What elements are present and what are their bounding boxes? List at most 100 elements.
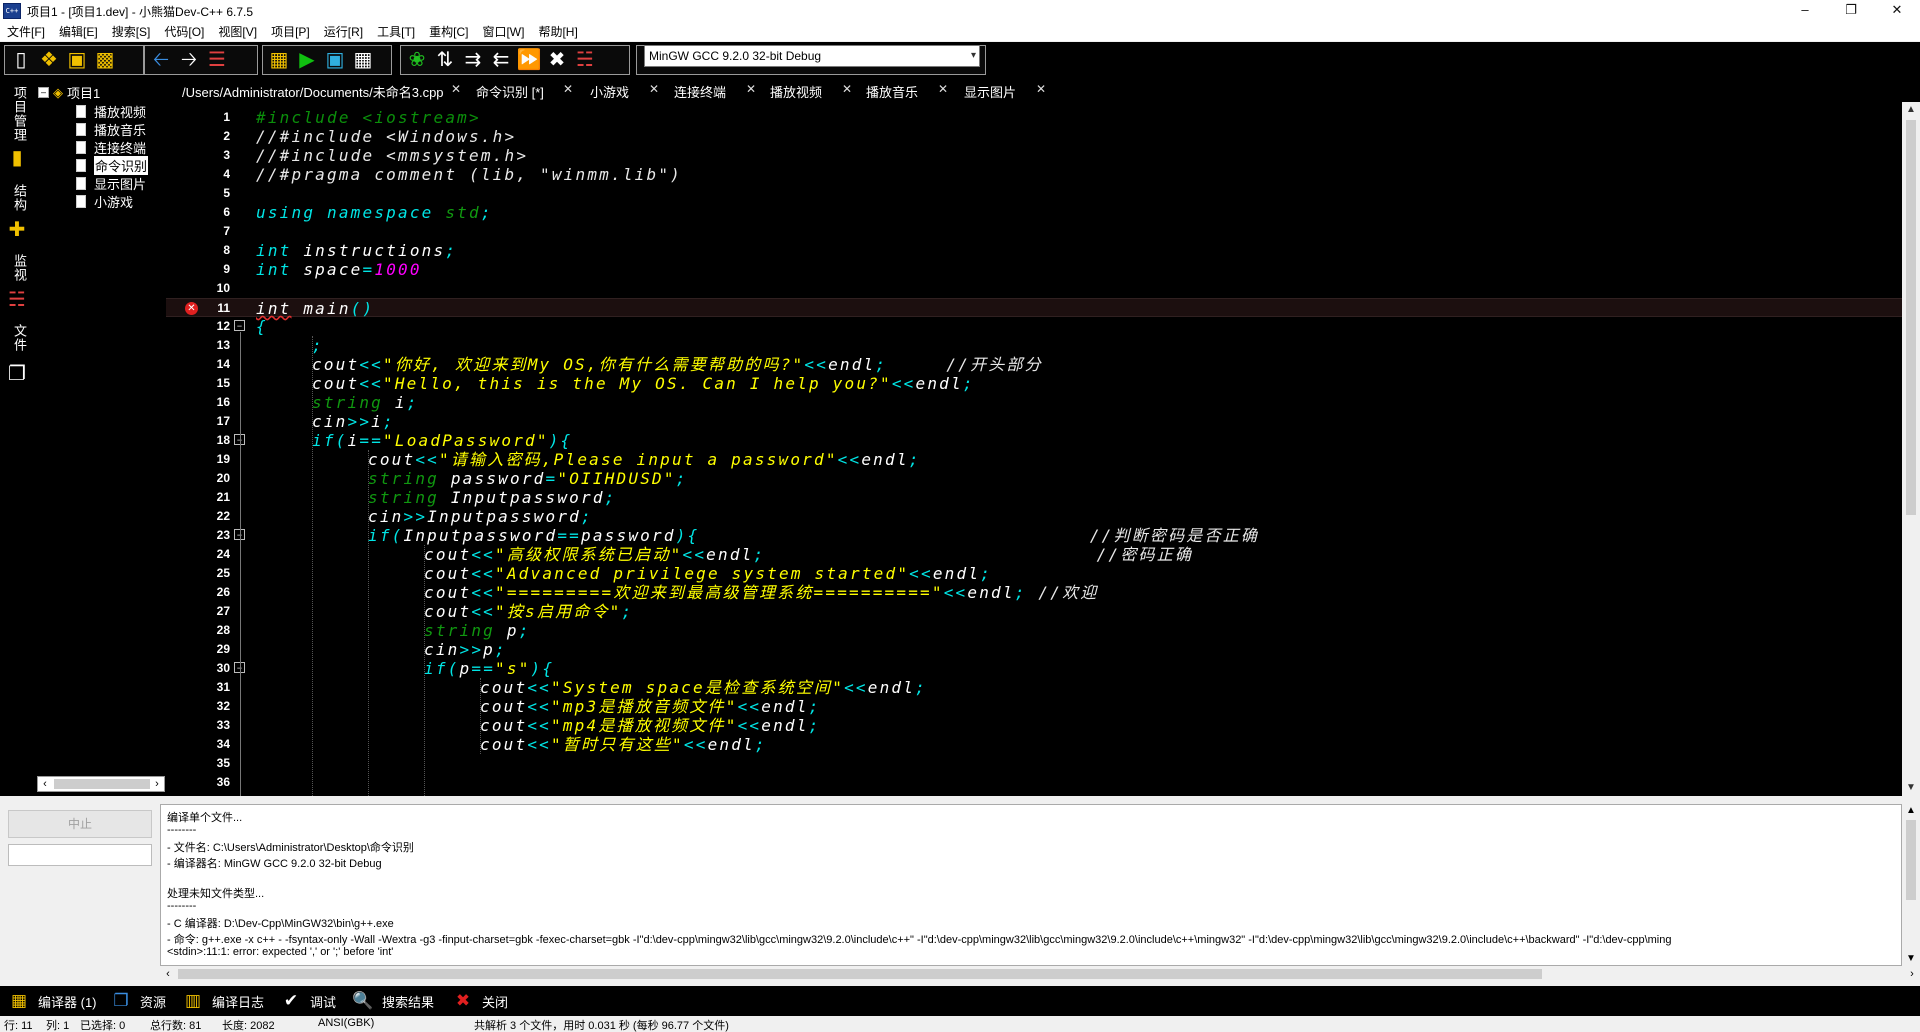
compile-run-icon[interactable]: ▣ (321, 47, 349, 73)
code-line[interactable]: 17 cin>>i; (166, 412, 1902, 431)
code-line[interactable]: 31 cout<<"System space是检查系统空间"<<endl; (166, 678, 1902, 697)
step-out-icon[interactable]: ⇇ (487, 47, 515, 73)
code-line[interactable]: 23–if(Inputpassword==password){ //判断密码是否… (166, 526, 1902, 545)
rebuild-icon[interactable]: ▦ (349, 47, 377, 73)
compile-icon[interactable]: ▦ (265, 47, 293, 73)
scroll-thumb[interactable] (178, 969, 1542, 979)
fold-toggle-icon[interactable]: – (234, 320, 245, 331)
code-line[interactable]: 16 string i; (166, 393, 1902, 412)
code-editor[interactable]: 1 #include <iostream> 2 //#include <Windows… (166, 102, 1902, 796)
scroll-thumb[interactable] (54, 779, 150, 789)
tab-files[interactable]: 文件 (7, 324, 29, 352)
add-watch-tab-icon[interactable]: ✚ (5, 218, 29, 242)
save-all-icon[interactable]: ▩ (91, 47, 119, 73)
tab-search-results[interactable]: 🔍 搜索结果 (352, 991, 434, 1011)
menu-refactor[interactable]: 重构[C] (422, 23, 475, 40)
scroll-up-icon[interactable]: ▲ (1902, 102, 1920, 118)
new-file-icon[interactable]: ▯ (7, 47, 35, 73)
tree-item-selected[interactable]: 命令识别 (76, 156, 149, 175)
code-line[interactable]: 36 (166, 773, 1902, 792)
code-line[interactable]: 11 ✕ int main() (166, 298, 1902, 318)
collapse-toggle-icon[interactable]: – (38, 87, 49, 98)
code-line[interactable]: 10 (166, 279, 1902, 298)
code-line[interactable]: 1 #include <iostream> (166, 108, 1902, 127)
tree-horizontal-scrollbar[interactable]: ‹ › (37, 776, 165, 792)
close-tab-icon[interactable]: ✕ (1036, 82, 1046, 96)
code-line[interactable]: 9 int space=1000 (166, 260, 1902, 279)
close-tab-icon[interactable]: ✕ (563, 82, 573, 96)
scroll-up-icon[interactable]: ▲ (1902, 804, 1920, 818)
code-line[interactable]: 22 cin>>Inputpassword; (166, 507, 1902, 526)
debug-icon[interactable]: ❀ (403, 47, 431, 73)
log-vertical-scrollbar[interactable]: ▲ ▼ (1902, 804, 1920, 966)
code-line[interactable]: 24 cout<<"高级权限系统已启动"<<endl; //密码正确 (166, 545, 1902, 564)
code-line[interactable]: 7 (166, 222, 1902, 241)
tree-item[interactable]: 播放音乐 (76, 120, 146, 139)
scroll-thumb[interactable] (1906, 820, 1916, 900)
menu-project[interactable]: 项目[P] (264, 23, 317, 40)
menu-window[interactable]: 窗口[W] (475, 23, 531, 40)
tab-play-music[interactable]: 播放音乐 (866, 82, 918, 101)
code-line[interactable]: 19 cout<<"请输入密码,Please input a password"<… (166, 450, 1902, 469)
tree-item[interactable]: 显示图片 (76, 174, 146, 193)
code-line[interactable]: 4 //#pragma comment (lib, "winmm.lib") (166, 165, 1902, 184)
step-over-icon[interactable]: ⇅ (431, 47, 459, 73)
scroll-left-icon[interactable]: ‹ (160, 966, 176, 982)
code-line[interactable]: 29 cin>>p; (166, 640, 1902, 659)
code-line[interactable]: 25 cout<<"Advanced privilege system start… (166, 564, 1902, 583)
code-line[interactable]: 20 string password="OIIHDUSD"; (166, 469, 1902, 488)
scroll-thumb[interactable] (1906, 120, 1916, 515)
format-icon[interactable]: ☰ (203, 47, 231, 73)
menu-help[interactable]: 帮助[H] (531, 23, 584, 40)
step-into-icon[interactable]: ⇉ (459, 47, 487, 73)
tree-item[interactable]: 小游戏 (76, 192, 133, 211)
add-watch-icon[interactable]: ☵ (571, 47, 599, 73)
close-tab-icon[interactable]: ✕ (649, 82, 659, 96)
code-line[interactable]: 35 (166, 754, 1902, 773)
code-line[interactable]: 21 string Inputpassword; (166, 488, 1902, 507)
maximize-button[interactable]: ❐ (1828, 0, 1874, 22)
tab-structure[interactable]: 结构 (7, 184, 29, 212)
code-line[interactable]: 27 cout<<"按s启用命令"; (166, 602, 1902, 621)
scroll-right-icon[interactable]: › (150, 777, 164, 791)
code-line[interactable]: 32 cout<<"mp3是播放音频文件"<<endl; (166, 697, 1902, 716)
close-tab-icon[interactable]: ✕ (746, 82, 756, 96)
code-line[interactable]: 12–{ (166, 317, 1902, 336)
tab-close[interactable]: ✖ 关闭 (452, 991, 508, 1011)
redo-icon[interactable]: 🡢 (175, 47, 203, 73)
editor-vertical-scrollbar[interactable]: ▲ ▼ (1902, 102, 1920, 796)
code-line[interactable]: 26 cout<<"=========欢迎来到最高级管理系统=========="… (166, 583, 1902, 602)
code-line[interactable]: 34 cout<<"暂时只有这些"<<endl; (166, 735, 1902, 754)
menu-run[interactable]: 运行[R] (317, 23, 370, 40)
save-icon[interactable]: ▣ (63, 47, 91, 73)
open-folder-icon[interactable]: ❖ (35, 47, 63, 73)
stop-debug-icon[interactable]: ✖ (543, 47, 571, 73)
close-tab-icon[interactable]: ✕ (938, 82, 948, 96)
close-button[interactable]: ✕ (1874, 0, 1920, 22)
tab-project-manager[interactable]: 项目管理 (7, 86, 29, 142)
tab-untitled-3[interactable]: /Users/Administrator/Documents/未命名3.cpp (182, 82, 444, 101)
tab-resources[interactable]: ❐ 资源 (110, 991, 166, 1011)
tree-root[interactable]: – ◈ 项目1 (38, 83, 100, 102)
log-horizontal-scrollbar[interactable]: ‹ › (160, 966, 1920, 982)
tab-debug[interactable]: ✔ 调试 (280, 991, 336, 1011)
tab-play-video[interactable]: 播放视频 (770, 82, 822, 101)
structure-tab-icon[interactable]: ▮ (5, 146, 29, 170)
tab-mini-game[interactable]: 小游戏 (590, 82, 629, 101)
code-line[interactable]: 6 using namespace std; (166, 203, 1902, 222)
menu-edit[interactable]: 编辑[E] (52, 23, 105, 40)
watch-tab-icon[interactable]: ☵ (5, 288, 29, 312)
menu-search[interactable]: 搜索[S] (105, 23, 158, 40)
menu-code[interactable]: 代码[O] (157, 23, 211, 40)
tab-compiler[interactable]: ▦ 编译器 (1) (8, 991, 97, 1011)
scroll-down-icon[interactable]: ▼ (1902, 780, 1920, 796)
code-line[interactable]: 30–if(p=="s"){ (166, 659, 1902, 678)
menu-view[interactable]: 视图[V] (211, 23, 264, 40)
tree-item[interactable]: 连接终端 (76, 138, 146, 157)
tab-compile-log[interactable]: ▥ 编译日志 (182, 991, 264, 1011)
tree-item[interactable]: 播放视频 (76, 102, 146, 121)
code-line[interactable]: 28 string p; (166, 621, 1902, 640)
tab-watch[interactable]: 监视 (7, 254, 29, 282)
code-line[interactable]: 5 (166, 184, 1902, 203)
scroll-left-icon[interactable]: ‹ (38, 777, 52, 791)
